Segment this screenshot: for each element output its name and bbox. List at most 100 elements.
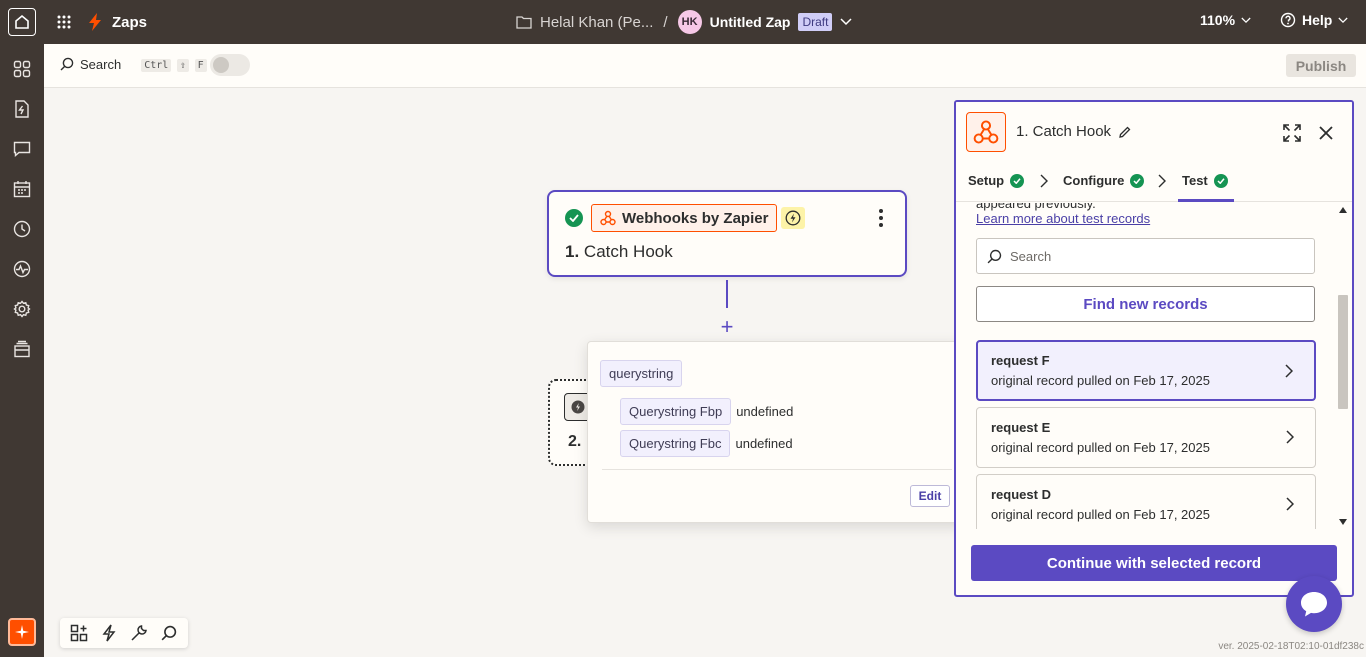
- panel-header: 1. Catch Hook Setup Configure Test: [956, 102, 1352, 202]
- panel-title-text: 1. Catch Hook: [1016, 123, 1112, 140]
- zoom-level: 110%: [1200, 12, 1236, 28]
- version-label: ver. 2025-02-18T02:10-01df238c: [1218, 641, 1364, 652]
- add-apps-icon[interactable]: [69, 623, 89, 643]
- zaps-link[interactable]: Zaps: [88, 12, 147, 32]
- record-subtitle: original record pulled on Feb 17, 2025: [991, 373, 1210, 388]
- folder-link[interactable]: Helal Khan (Pe...: [540, 14, 653, 31]
- app-grid-button[interactable]: [54, 12, 74, 32]
- step-number: 1.: [565, 242, 580, 261]
- learn-more-link[interactable]: Learn more about test records: [976, 211, 1150, 226]
- step-card-catch-hook[interactable]: Webhooks by Zapier 1. Catch Hook: [547, 190, 907, 277]
- zap-bolt-icon[interactable]: [99, 623, 119, 643]
- querystring-key[interactable]: Querystring Fbp: [620, 398, 732, 425]
- querystring-popover: querystring Querystring Fbp undefined Qu…: [587, 341, 965, 523]
- history-icon[interactable]: [11, 218, 33, 240]
- step-name: Catch Hook: [583, 242, 673, 261]
- tab-label: Configure: [1063, 173, 1125, 188]
- zapier-logo-button[interactable]: [8, 618, 36, 646]
- scroll-up-arrow-icon[interactable]: [1339, 207, 1347, 213]
- querystring-row: Querystring Fbc undefined: [620, 430, 793, 457]
- find-new-records-button[interactable]: Find new records: [976, 286, 1315, 322]
- toolbar-toggle[interactable]: [210, 54, 250, 76]
- search-button[interactable]: Search Ctrl ⇧ F: [60, 56, 207, 72]
- record-item[interactable]: request E original record pulled on Feb …: [976, 407, 1316, 468]
- chevron-down-icon: [1338, 17, 1348, 23]
- avatar[interactable]: HK: [677, 10, 702, 34]
- record-subtitle: original record pulled on Feb 17, 2025: [991, 440, 1210, 455]
- chevron-right-icon: [1283, 495, 1297, 513]
- tab-configure[interactable]: Configure: [1063, 173, 1145, 188]
- continue-with-selected-record-button[interactable]: Continue with selected record: [971, 545, 1337, 581]
- zap-title[interactable]: Untitled Zap: [710, 14, 791, 30]
- help-icon: [1280, 12, 1296, 28]
- step-title: 1. Catch Hook: [565, 242, 673, 262]
- breadcrumb: Helal Khan (Pe... / HK Untitled Zap Draf…: [516, 8, 853, 36]
- chevron-down-icon[interactable]: [840, 18, 853, 26]
- check-icon: [1130, 173, 1145, 188]
- record-item[interactable]: request F original record pulled on Feb …: [976, 340, 1316, 401]
- stack-icon[interactable]: [11, 338, 33, 360]
- chevron-down-icon: [1241, 17, 1251, 23]
- tab-setup[interactable]: Setup: [968, 173, 1025, 188]
- record-item[interactable]: request D original record pulled on Feb …: [976, 474, 1316, 529]
- publish-button[interactable]: Publish: [1286, 54, 1356, 77]
- calendar-icon[interactable]: [11, 178, 33, 200]
- help-menu[interactable]: Help: [1280, 12, 1348, 28]
- chat-icon[interactable]: [11, 138, 33, 160]
- close-icon[interactable]: [1316, 123, 1336, 143]
- breadcrumb-separator: /: [663, 13, 668, 31]
- tab-label: Test: [1182, 173, 1208, 188]
- search-icon: [60, 57, 74, 71]
- home-button[interactable]: [8, 8, 36, 36]
- zap-bolt-icon: [89, 13, 101, 31]
- querystring-value: undefined: [735, 436, 793, 451]
- wrench-icon[interactable]: [129, 623, 149, 643]
- popover-divider: [602, 469, 952, 470]
- panel-title[interactable]: 1. Catch Hook: [1016, 123, 1131, 140]
- step-complete-check-icon: [565, 209, 583, 227]
- expand-icon[interactable]: [1282, 123, 1302, 143]
- edit-button[interactable]: Edit: [910, 485, 950, 507]
- folder-icon: [516, 16, 532, 29]
- chat-bubble-icon: [1301, 592, 1327, 617]
- record-title: request E: [991, 420, 1051, 435]
- editor-canvas[interactable]: Search Ctrl ⇧ F Publish Webhooks by Zapi…: [44, 44, 1366, 657]
- step-connector: [726, 280, 728, 308]
- canvas-toolbar: Search Ctrl ⇧ F Publish: [44, 44, 1366, 88]
- scroll-down-arrow-icon[interactable]: [1339, 519, 1347, 525]
- apps-icon[interactable]: [11, 58, 33, 80]
- zaps-label: Zaps: [112, 13, 148, 31]
- querystring-tag[interactable]: querystring: [600, 360, 683, 387]
- left-rail: [0, 44, 44, 657]
- pencil-icon[interactable]: [1119, 126, 1131, 138]
- panel-body: appeared previously. Learn more about te…: [956, 203, 1352, 529]
- tab-test[interactable]: Test: [1182, 173, 1228, 188]
- panel-scrollbar[interactable]: [1336, 203, 1350, 529]
- querystring-key[interactable]: Querystring Fbc: [620, 430, 731, 457]
- querystring-value: undefined: [736, 404, 794, 419]
- search-icon[interactable]: [159, 623, 179, 643]
- zoom-control[interactable]: 110%: [1200, 12, 1251, 28]
- support-chat-button[interactable]: [1286, 576, 1342, 632]
- add-step-plus-icon[interactable]: +: [718, 316, 736, 338]
- status-badge: Draft: [798, 13, 833, 31]
- querystring-row: Querystring Fbp undefined: [620, 398, 793, 425]
- records-search-input[interactable]: Search: [976, 238, 1315, 274]
- app-pill-webhooks[interactable]: Webhooks by Zapier: [591, 204, 778, 232]
- chevron-right-icon: [1283, 428, 1297, 446]
- shortcut-key-ctrl: Ctrl: [141, 59, 172, 72]
- check-icon: [1213, 173, 1228, 188]
- settings-icon[interactable]: [11, 298, 33, 320]
- chevron-right-icon: [1040, 174, 1048, 188]
- activity-icon[interactable]: [11, 258, 33, 280]
- zap-file-icon[interactable]: [11, 98, 33, 120]
- panel-tabs: Setup Configure Test: [956, 166, 1352, 202]
- step-number: 2.: [568, 433, 582, 450]
- check-icon: [1010, 173, 1025, 188]
- step-detail-panel: 1. Catch Hook Setup Configure Test appea…: [954, 100, 1354, 597]
- scroll-thumb[interactable]: [1338, 295, 1348, 409]
- step-menu-kebab-icon[interactable]: [871, 206, 891, 230]
- chevron-right-icon: [1282, 362, 1296, 380]
- zapier-asterisk-icon: [15, 625, 29, 639]
- active-tab-indicator: [1178, 199, 1234, 202]
